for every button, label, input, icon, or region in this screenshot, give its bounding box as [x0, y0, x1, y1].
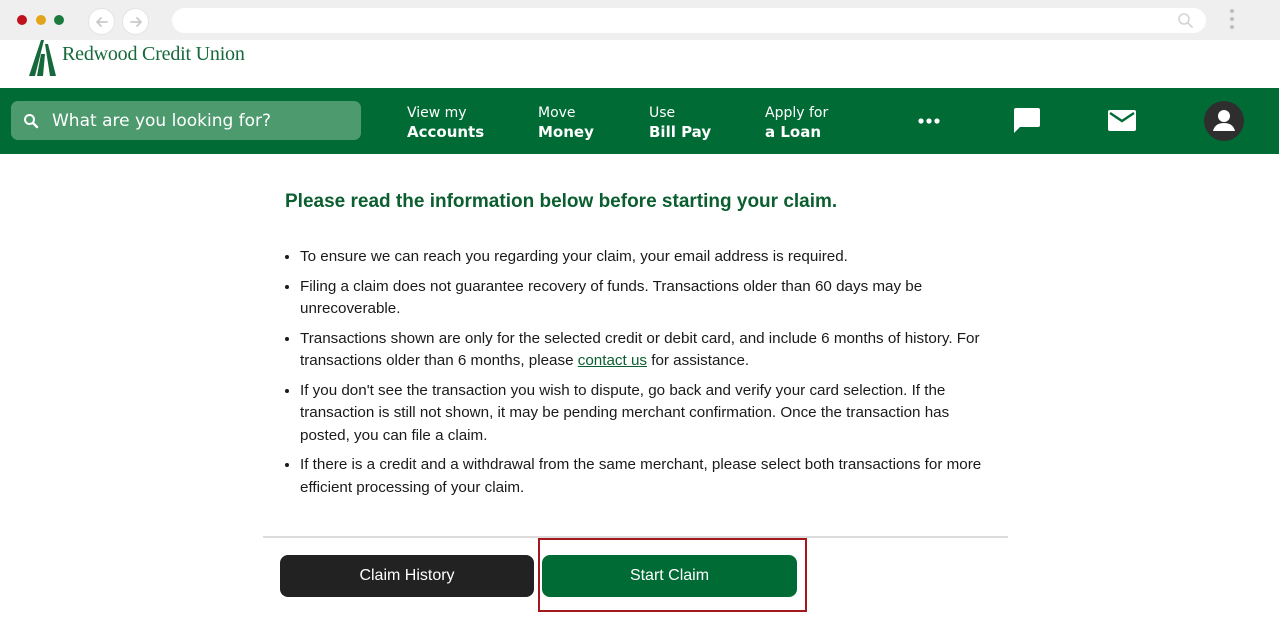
- page-title: Please read the information below before…: [285, 191, 838, 212]
- arrow-left-icon: [95, 16, 108, 27]
- list-item: Transactions shown are only for the sele…: [300, 328, 1000, 373]
- nav-label-line2: Money: [538, 123, 594, 141]
- browser-toolbar: [0, 0, 1280, 40]
- browser-back-button[interactable]: [88, 8, 115, 35]
- main-navigation: What are you looking for? View my Accoun…: [0, 88, 1279, 154]
- claim-instructions-list: To ensure we can reach you regarding you…: [285, 246, 1000, 506]
- browser-forward-button[interactable]: [122, 8, 149, 35]
- search-placeholder: What are you looking for?: [52, 111, 272, 131]
- nav-label-line2: Accounts: [407, 123, 485, 141]
- list-item-text: for assistance.: [647, 352, 750, 369]
- search-icon: [24, 114, 39, 129]
- nav-label-line1: View my: [407, 105, 467, 121]
- nav-bill-pay[interactable]: Use Bill Pay: [649, 104, 711, 142]
- nav-move-money[interactable]: Move Money: [538, 104, 594, 142]
- chat-icon[interactable]: [1011, 107, 1041, 135]
- nav-label-line1: Apply for: [765, 105, 829, 121]
- window-maximize-dot[interactable]: [54, 15, 64, 25]
- nav-label-line2: Bill Pay: [649, 123, 712, 141]
- mail-icon[interactable]: [1108, 110, 1136, 131]
- window-minimize-dot[interactable]: [36, 15, 46, 25]
- list-item: If you don't see the transaction you wis…: [300, 380, 1000, 448]
- address-bar[interactable]: [172, 8, 1206, 33]
- claim-history-button[interactable]: Claim History: [280, 555, 534, 597]
- redwood-tree-logo-icon: [29, 40, 56, 76]
- nav-apply-loan[interactable]: Apply for a Loan: [765, 104, 828, 142]
- more-icon[interactable]: [918, 118, 940, 124]
- contact-us-link[interactable]: contact us: [578, 352, 647, 369]
- list-item: To ensure we can reach you regarding you…: [300, 246, 1000, 269]
- nav-label-line1: Use: [649, 105, 676, 121]
- site-logo-text[interactable]: Redwood Credit Union: [62, 43, 245, 66]
- site-search-input[interactable]: What are you looking for?: [11, 101, 361, 140]
- nav-label-line1: Move: [538, 105, 576, 121]
- site-header: Redwood Credit Union: [0, 40, 1280, 88]
- nav-view-accounts[interactable]: View my Accounts: [407, 104, 484, 142]
- user-avatar-icon[interactable]: [1204, 101, 1244, 141]
- arrow-right-icon: [129, 16, 142, 27]
- claim-info-panel: Please read the information below before…: [0, 154, 1280, 620]
- list-item: Filing a claim does not guarantee recove…: [300, 276, 1000, 321]
- kebab-icon[interactable]: [1230, 9, 1236, 33]
- window-close-dot[interactable]: [17, 15, 27, 25]
- list-item: If there is a credit and a withdrawal fr…: [300, 454, 1000, 499]
- nav-label-line2: a Loan: [765, 123, 822, 141]
- highlight-box: [538, 538, 807, 612]
- search-icon: [1178, 13, 1193, 28]
